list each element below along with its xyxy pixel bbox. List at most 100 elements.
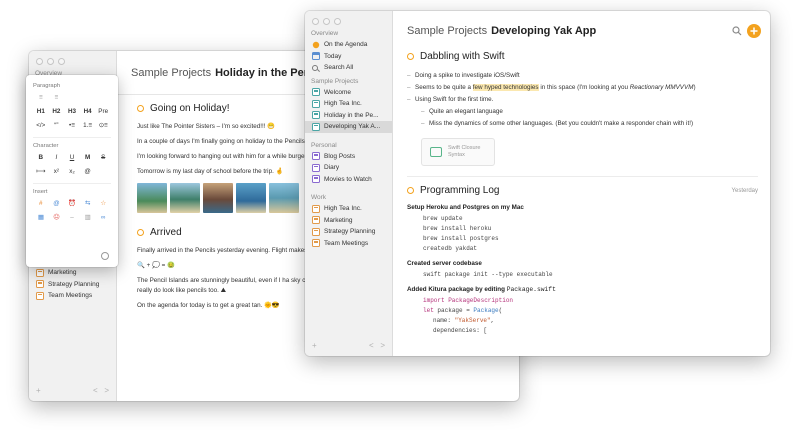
note-icon	[312, 227, 320, 236]
link-chain-icon[interactable]: ∞	[95, 213, 111, 222]
sidebar-item-today[interactable]: Today	[305, 51, 392, 63]
photo-thumbnail[interactable]	[203, 183, 233, 213]
note-icon	[36, 280, 44, 289]
sidebar-item-strategy-planning[interactable]: Strategy Planning	[305, 226, 392, 238]
front-sidebar: Overview On the Agenda Today Search All …	[305, 11, 393, 356]
align-justify-button[interactable]: ≡	[49, 93, 65, 102]
table-icon[interactable]: ▥	[80, 213, 96, 222]
superscript-button[interactable]: x²	[49, 167, 65, 176]
heading4-button[interactable]: H4	[80, 107, 96, 116]
numbered-list-button[interactable]: 1.≡	[80, 121, 96, 130]
attachment-chip[interactable]: Swift Closure Syntax	[421, 138, 495, 166]
format-popover: Paragraph ≡ ≡ H1 H2 H3 H4 Pre </> “” •≡ …	[26, 75, 118, 267]
gear-icon[interactable]	[101, 252, 109, 260]
star-icon[interactable]: ☆	[95, 199, 111, 208]
code-line: brew install heroku	[423, 225, 492, 232]
mark-button[interactable]: M	[80, 153, 96, 162]
todo-list-button[interactable]: ⊙≡	[95, 121, 111, 130]
code-line: brew install postgres	[423, 235, 499, 242]
strikethrough-button[interactable]: S	[95, 153, 111, 162]
hashtag-button[interactable]: #	[33, 199, 49, 208]
bullet-item: Using Swift for the first time.	[407, 94, 758, 106]
sidebar-item-on-the-agenda[interactable]: On the Agenda	[305, 39, 392, 51]
sidebar-item-marketing[interactable]: Marketing	[305, 215, 392, 227]
code-line: swift package init --type executable	[423, 271, 553, 278]
add-note-icon[interactable]	[747, 24, 761, 38]
sidebar-item-team-meetings[interactable]: Team Meetings	[305, 238, 392, 250]
note-status-icon	[137, 229, 144, 236]
code-line: createdb yakdat	[423, 245, 478, 252]
front-main: Sample Projects Developing Yak App Dabbl…	[393, 11, 770, 356]
popover-section-label: Paragraph	[33, 83, 61, 89]
popover-section-label: Character	[33, 143, 59, 149]
add-button[interactable]: +	[312, 341, 317, 350]
sidebar-item-blog-posts[interactable]: Blog Posts	[305, 151, 392, 163]
forward-button[interactable]: >	[104, 386, 109, 395]
note-icon	[36, 291, 44, 300]
divider	[407, 176, 758, 177]
preformatted-button[interactable]: Pre	[95, 107, 111, 116]
calendar-icon	[312, 52, 320, 61]
heading1-button[interactable]: H1	[33, 107, 49, 116]
note-icon	[312, 204, 320, 213]
sidebar-item-high-tea-work[interactable]: High Tea Inc.	[305, 203, 392, 215]
sidebar-item-search-all[interactable]: Search All	[305, 62, 392, 74]
sidebar-item-high-tea[interactable]: High Tea Inc.	[305, 98, 392, 110]
alarm-icon[interactable]: ⏰	[64, 199, 80, 208]
photo-thumbnail[interactable]	[269, 183, 299, 213]
sidebar-item-developing-yak[interactable]: Developing Yak A...	[305, 121, 392, 133]
note-heading: Programming Log Yesterday	[407, 185, 758, 196]
front-title-bar: Sample Projects Developing Yak App	[393, 11, 770, 51]
bullet-list-button[interactable]: •≡	[64, 121, 80, 130]
add-button[interactable]: +	[36, 386, 41, 395]
paragraph-options: ≡ ≡ H1 H2 H3 H4 Pre </> “” •≡ 1.≡ ⊙≡	[33, 93, 111, 130]
heading3-button[interactable]: H3	[64, 107, 80, 116]
bold-button[interactable]: B	[33, 153, 49, 162]
link-button[interactable]: ⟼	[33, 167, 49, 176]
photo-thumbnail[interactable]	[170, 183, 200, 213]
sidebar-item-movies[interactable]: Movies to Watch	[305, 174, 392, 186]
sidebar-item-welcome[interactable]: Welcome	[305, 87, 392, 99]
front-window: Overview On the Agenda Today Search All …	[305, 11, 770, 356]
sidebar-item-team-meetings[interactable]: Team Meetings	[29, 290, 116, 302]
code-line: import PackageDescription	[423, 297, 514, 304]
search-icon[interactable]	[732, 26, 742, 36]
code-line: brew update	[423, 215, 463, 222]
mention-insert-button[interactable]: @	[49, 199, 65, 208]
note-heading: Dabbling with Swift	[407, 51, 758, 62]
heading2-button[interactable]: H2	[49, 107, 65, 116]
divider-icon[interactable]: –	[64, 213, 80, 222]
forward-button[interactable]: >	[380, 341, 385, 350]
back-button[interactable]: <	[369, 341, 374, 350]
sidebar-footer: + < >	[36, 386, 109, 395]
bullet-item: Doing a spike to investigate iOS/Swift	[407, 70, 758, 82]
calendar-icon[interactable]: ▦	[33, 213, 49, 222]
photo-thumbnail[interactable]	[137, 183, 167, 213]
image-icon	[430, 147, 442, 157]
log-entry-title: Created server codebase	[407, 260, 482, 267]
note-icon	[312, 216, 320, 225]
subscript-button[interactable]: x₂	[64, 167, 80, 176]
back-button[interactable]: <	[93, 386, 98, 395]
window-controls[interactable]	[312, 18, 341, 25]
character-options: B I U M S ⟼ x² x₂ @	[33, 153, 111, 176]
photo-thumbnail[interactable]	[236, 183, 266, 213]
front-note-body[interactable]: Dabbling with Swift Doing a spike to inv…	[393, 51, 770, 336]
window-controls[interactable]	[36, 58, 65, 65]
quote-button[interactable]: “”	[49, 121, 65, 130]
italic-button[interactable]: I	[49, 153, 65, 162]
note-icon	[312, 175, 320, 184]
log-entry-title: Added Kitura package by editing Package.…	[407, 286, 556, 293]
mention-button[interactable]: @	[80, 167, 96, 176]
reference-icon[interactable]: ⇆	[80, 199, 96, 208]
sidebar-item-marketing[interactable]: Marketing	[29, 267, 116, 279]
sun-icon	[312, 41, 320, 48]
align-left-button[interactable]: ≡	[33, 93, 49, 102]
underline-button[interactable]: U	[64, 153, 80, 162]
code-button[interactable]: </>	[33, 121, 49, 130]
sidebar-item-diary[interactable]: Diary	[305, 162, 392, 174]
sidebar-item-strategy-planning[interactable]: Strategy Planning	[29, 279, 116, 291]
sidebar-item-holiday[interactable]: Holiday in the Pe...	[305, 110, 392, 122]
emoji-icon[interactable]: ☹	[49, 213, 65, 222]
note-status-icon	[407, 53, 414, 60]
